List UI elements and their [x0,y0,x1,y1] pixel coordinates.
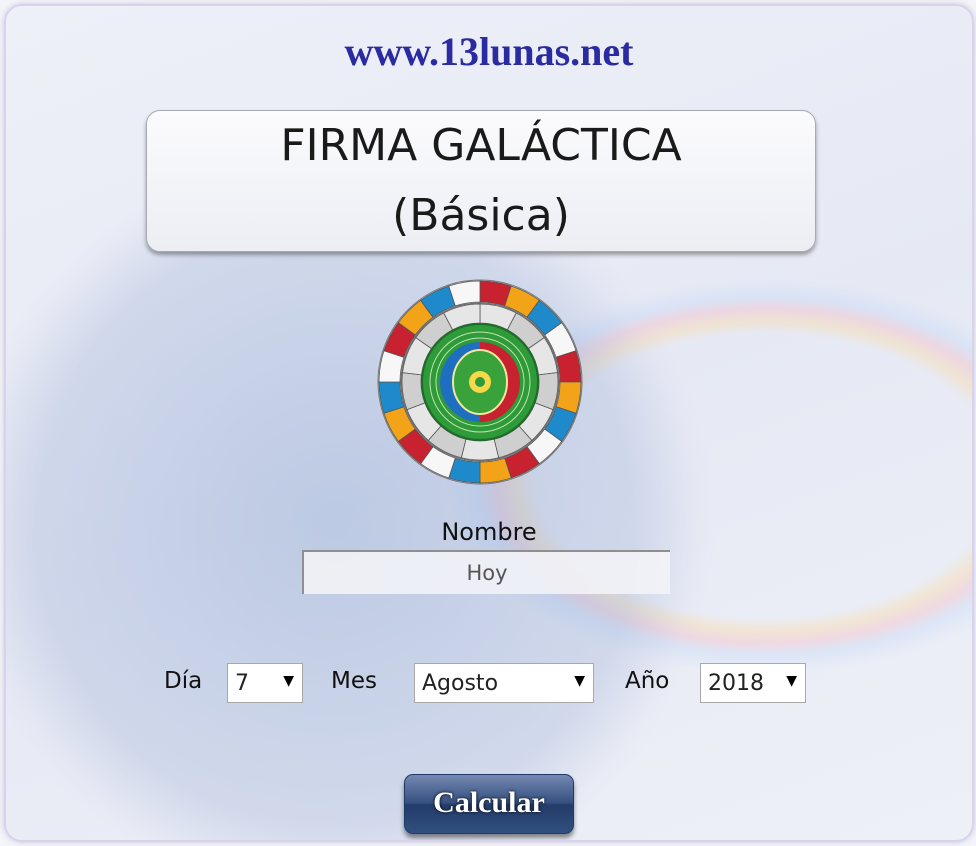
year-label: Año [625,668,670,694]
year-select[interactable]: 2018 ▼ [700,663,806,703]
page-title: FIRMA GALÁCTICA [280,120,682,171]
dropdown-arrow-icon: ▼ [574,673,585,689]
mayan-calendar-wheel-icon [377,279,583,485]
day-label: Día [164,668,203,694]
page-subtitle: (Básica) [392,190,570,241]
month-select[interactable]: Agosto ▼ [414,663,594,703]
day-select[interactable]: 7 ▼ [227,663,303,703]
title-box: FIRMA GALÁCTICA (Básica) [146,110,816,252]
name-label: Nombre [441,518,537,546]
year-select-value: 2018 [708,671,764,696]
month-select-value: Agosto [422,671,499,696]
day-select-value: 7 [235,671,249,696]
dropdown-arrow-icon: ▼ [283,673,294,689]
main-card: www.13lunas.net FIRMA GALÁCTICA (Básica)… [4,4,974,842]
month-label: Mes [331,668,377,694]
calcular-button[interactable]: Calcular [404,774,574,834]
site-url[interactable]: www.13lunas.net [6,28,972,75]
name-input[interactable] [302,550,670,594]
dropdown-arrow-icon: ▼ [786,673,797,689]
